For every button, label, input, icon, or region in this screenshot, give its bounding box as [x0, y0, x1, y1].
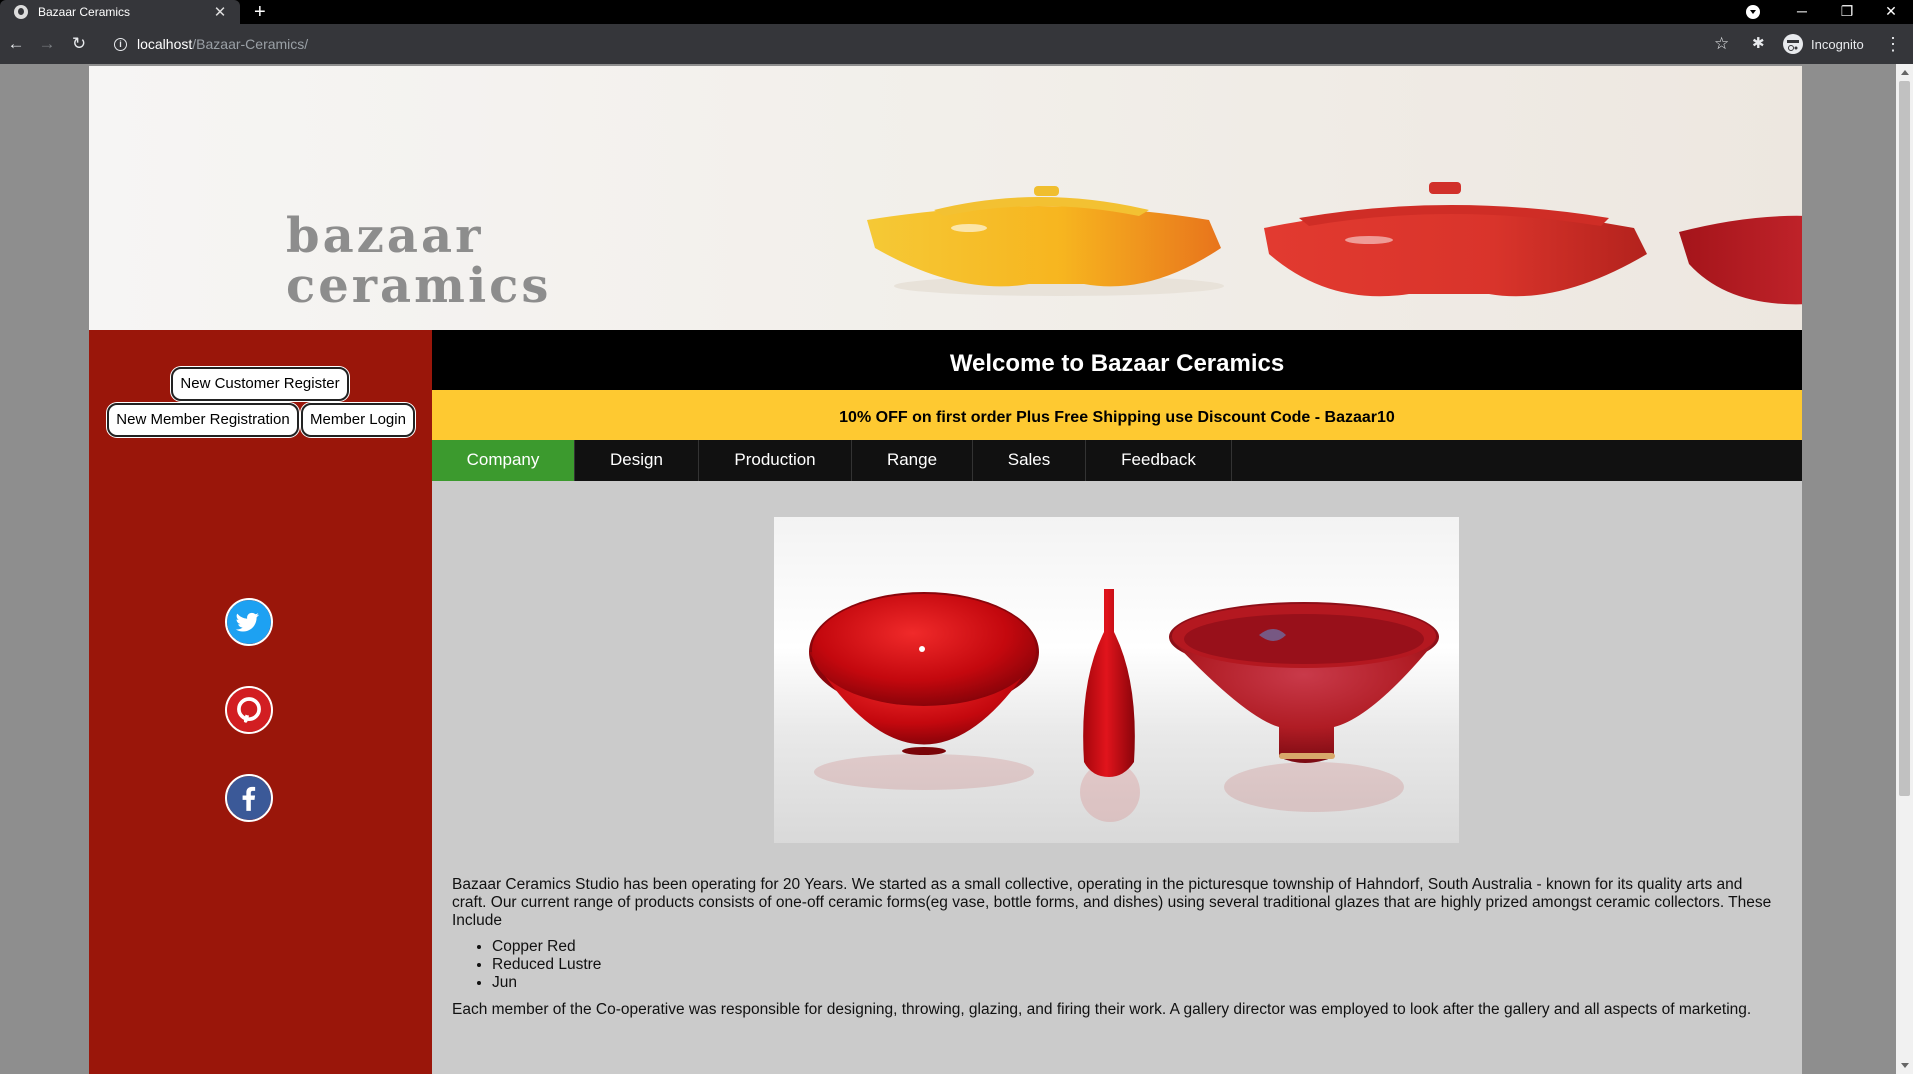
- company-content: Bazaar Ceramics Studio has been operatin…: [452, 876, 1772, 1027]
- restore-button[interactable]: ❐: [1827, 0, 1867, 24]
- list-item: Reduced Lustre: [492, 956, 1772, 974]
- list-item: Copper Red: [492, 938, 1772, 956]
- globe-icon: [14, 5, 28, 19]
- sidebar: New Customer Register New Member Registr…: [89, 330, 432, 1074]
- info-icon[interactable]: i: [114, 37, 127, 51]
- new-tab-button[interactable]: +: [254, 0, 266, 24]
- browser-tab[interactable]: Bazaar Ceramics ✕: [0, 0, 240, 24]
- close-window-button[interactable]: ✕: [1871, 0, 1911, 24]
- main-menu: Company Design Production Range Sales Fe…: [432, 440, 1802, 481]
- page-scrollbar[interactable]: [1896, 64, 1913, 1074]
- member-login-button[interactable]: Member Login: [301, 403, 415, 437]
- promo-banner: 10% OFF on first order Plus Free Shippin…: [432, 390, 1802, 440]
- list-item: Jun: [492, 974, 1772, 992]
- incognito-label: Incognito: [1811, 36, 1864, 52]
- new-member-registration-button[interactable]: New Member Registration: [107, 403, 299, 437]
- extensions-icon[interactable]: ✱: [1752, 24, 1765, 64]
- bookmark-star-icon[interactable]: ☆: [1714, 24, 1729, 64]
- banner-pots-image: [867, 182, 1802, 305]
- new-customer-register-button[interactable]: New Customer Register: [171, 367, 349, 401]
- browser-toolbar: ← → ↻ i localhost/Bazaar-Ceramics/ ☆ ✱ I…: [0, 24, 1913, 64]
- scroll-down-icon[interactable]: [1901, 1063, 1909, 1068]
- logo-line-2: ceramics: [286, 258, 552, 314]
- incognito-indicator[interactable]: Incognito: [1783, 24, 1864, 64]
- outro-paragraph: Each member of the Co-operative was resp…: [452, 1001, 1752, 1018]
- reload-button[interactable]: ↻: [63, 24, 95, 64]
- site-banner: bazaar ceramics: [89, 66, 1802, 330]
- browser-menu-icon[interactable]: ⋮: [1884, 24, 1902, 64]
- forward-button[interactable]: →: [31, 24, 63, 64]
- ceramics-hero-image: [774, 517, 1459, 843]
- back-button[interactable]: ←: [0, 24, 32, 64]
- tab-title: Bazaar Ceramics: [38, 5, 131, 19]
- profile-menu-icon[interactable]: [1746, 5, 1760, 19]
- incognito-icon: [1783, 34, 1803, 54]
- menu-item-design[interactable]: Design: [575, 440, 699, 481]
- welcome-heading: Welcome to Bazaar Ceramics: [432, 330, 1802, 390]
- page-viewport: bazaar ceramics New Customer Register Ne…: [0, 64, 1913, 1074]
- tab-close-icon[interactable]: ✕: [210, 3, 230, 21]
- menu-item-company[interactable]: Company: [432, 440, 575, 481]
- site-logo[interactable]: bazaar ceramics: [286, 211, 551, 311]
- twitter-icon[interactable]: [225, 598, 273, 646]
- menu-item-sales[interactable]: Sales: [973, 440, 1086, 481]
- intro-paragraph: Bazaar Ceramics Studio has been operatin…: [452, 876, 1772, 929]
- url-path: /Bazaar-Ceramics/: [192, 36, 309, 52]
- url-host: localhost: [137, 36, 193, 52]
- minimize-button[interactable]: ─: [1782, 0, 1822, 24]
- address-bar[interactable]: i localhost/Bazaar-Ceramics/: [104, 30, 1864, 58]
- glaze-list: Copper Red Reduced Lustre Jun: [492, 938, 1772, 992]
- logo-line-1: bazaar: [286, 208, 484, 264]
- scrollbar-thumb[interactable]: [1899, 81, 1910, 796]
- scroll-up-icon[interactable]: [1901, 70, 1909, 75]
- facebook-icon[interactable]: [225, 774, 273, 822]
- browser-tab-bar: Bazaar Ceramics ✕ + ─ ❐ ✕: [0, 0, 1913, 24]
- page-container: bazaar ceramics New Customer Register Ne…: [89, 66, 1802, 1074]
- menu-item-range[interactable]: Range: [852, 440, 973, 481]
- pinterest-icon[interactable]: [225, 686, 273, 734]
- menu-item-feedback[interactable]: Feedback: [1086, 440, 1232, 481]
- menu-item-production[interactable]: Production: [699, 440, 852, 481]
